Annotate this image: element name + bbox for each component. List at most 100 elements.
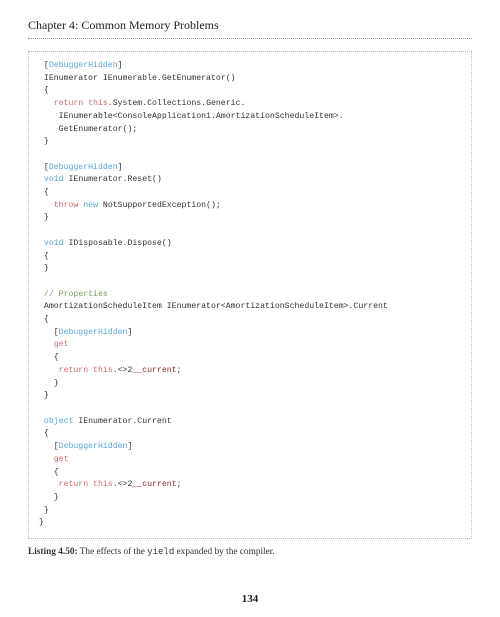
code-token: [39, 340, 54, 349]
code-line: {: [39, 352, 461, 365]
code-line: throw new NotSupportedException();: [39, 200, 461, 213]
code-token: }: [39, 379, 59, 388]
page-number: 134: [0, 593, 500, 605]
code-line: IEnumerator IEnumerable.GetEnumerator(): [39, 73, 461, 86]
listing-mono: yield: [147, 547, 174, 557]
code-token: ;: [177, 480, 182, 489]
code-token: IDisposable.Dispose(): [64, 239, 172, 248]
code-token: IEnumerator.Current: [73, 417, 171, 426]
code-token: GetEnumerator();: [39, 125, 137, 134]
code-token: __current: [132, 366, 176, 375]
code-token: }: [39, 391, 49, 400]
code-line: [39, 276, 461, 289]
code-token: .System.Collections.Generic.: [108, 99, 246, 108]
code-line: }: [39, 505, 461, 518]
code-token: [39, 404, 44, 413]
code-token: ]: [118, 163, 123, 172]
code-line: {: [39, 314, 461, 327]
code-token: }: [39, 518, 44, 527]
code-token: [: [39, 328, 59, 337]
code-token: return this: [59, 480, 113, 489]
code-token: ]: [127, 442, 132, 451]
code-line: IEnumerable<ConsoleApplication1.Amortiza…: [39, 111, 461, 124]
code-token: return this: [54, 99, 108, 108]
code-token: get: [54, 455, 69, 464]
code-line: [39, 225, 461, 238]
code-token: [: [39, 61, 49, 70]
code-token: AmortizationScheduleItem IEnumerator<Amo…: [39, 302, 388, 311]
code-block: [DebuggerHidden] IEnumerator IEnumerable…: [28, 51, 472, 539]
code-token: NotSupportedException();: [98, 201, 221, 210]
code-line: }: [39, 390, 461, 403]
code-line: void IEnumerator.Reset(): [39, 174, 461, 187]
code-line: {: [39, 251, 461, 264]
code-token: [39, 150, 44, 159]
code-token: .<>2: [113, 366, 133, 375]
code-line: }: [39, 212, 461, 225]
code-token: IEnumerator IEnumerable.GetEnumerator(): [39, 74, 236, 83]
chapter-title: Chapter 4: Common Memory Problems: [28, 18, 472, 39]
code-line: [DebuggerHidden]: [39, 441, 461, 454]
code-token: get: [54, 340, 69, 349]
code-token: {: [39, 86, 49, 95]
listing-label: Listing 4.50:: [28, 547, 78, 557]
code-token: [39, 366, 59, 375]
code-token: DebuggerHidden: [49, 61, 118, 70]
code-line: [DebuggerHidden]: [39, 60, 461, 73]
code-token: }: [39, 137, 49, 146]
code-token: throw: [54, 201, 79, 210]
code-token: }: [39, 493, 59, 502]
code-token: [39, 201, 54, 210]
code-token: DebuggerHidden: [59, 328, 128, 337]
code-token: IEnumerator.Reset(): [64, 175, 162, 184]
code-line: return this.<>2__current;: [39, 365, 461, 378]
listing-text-after: expanded by the compiler.: [174, 547, 274, 557]
code-line: {: [39, 187, 461, 200]
code-token: ;: [177, 366, 182, 375]
code-token: // Properties: [44, 290, 108, 299]
code-line: void IDisposable.Dispose(): [39, 238, 461, 251]
code-token: void: [44, 239, 64, 248]
code-line: object IEnumerator.Current: [39, 416, 461, 429]
code-token: [39, 455, 54, 464]
code-token: return this: [59, 366, 113, 375]
code-token: {: [39, 353, 59, 362]
code-token: new: [83, 201, 98, 210]
code-line: [DebuggerHidden]: [39, 327, 461, 340]
code-token: {: [39, 468, 59, 477]
code-line: {: [39, 467, 461, 480]
code-line: return this.<>2__current;: [39, 479, 461, 492]
code-line: }: [39, 378, 461, 391]
code-token: [: [39, 442, 59, 451]
code-line: // Properties: [39, 289, 461, 302]
code-token: IEnumerable<ConsoleApplication1.Amortiza…: [39, 112, 344, 121]
code-line: return this.System.Collections.Generic.: [39, 98, 461, 111]
code-token: {: [39, 315, 49, 324]
code-token: [39, 480, 59, 489]
code-token: object: [44, 417, 73, 426]
code-token: }: [39, 264, 49, 273]
listing-text-before: The effects of the: [78, 547, 148, 557]
code-line: [39, 149, 461, 162]
code-line: }: [39, 492, 461, 505]
code-token: DebuggerHidden: [49, 163, 118, 172]
code-line: }: [39, 263, 461, 276]
code-token: [39, 226, 44, 235]
code-token: [39, 277, 44, 286]
code-token: }: [39, 506, 49, 515]
code-line: get: [39, 339, 461, 352]
code-line: GetEnumerator();: [39, 124, 461, 137]
code-token: void: [44, 175, 64, 184]
listing-caption: Listing 4.50: The effects of the yield e…: [28, 547, 472, 557]
code-line: [DebuggerHidden]: [39, 162, 461, 175]
code-token: {: [39, 188, 49, 197]
code-line: }: [39, 517, 461, 530]
code-token: ]: [118, 61, 123, 70]
code-token: ]: [127, 328, 132, 337]
code-line: }: [39, 136, 461, 149]
code-token: DebuggerHidden: [59, 442, 128, 451]
code-token: {: [39, 252, 49, 261]
code-line: get: [39, 454, 461, 467]
code-token: {: [39, 429, 49, 438]
code-token: [: [39, 163, 49, 172]
